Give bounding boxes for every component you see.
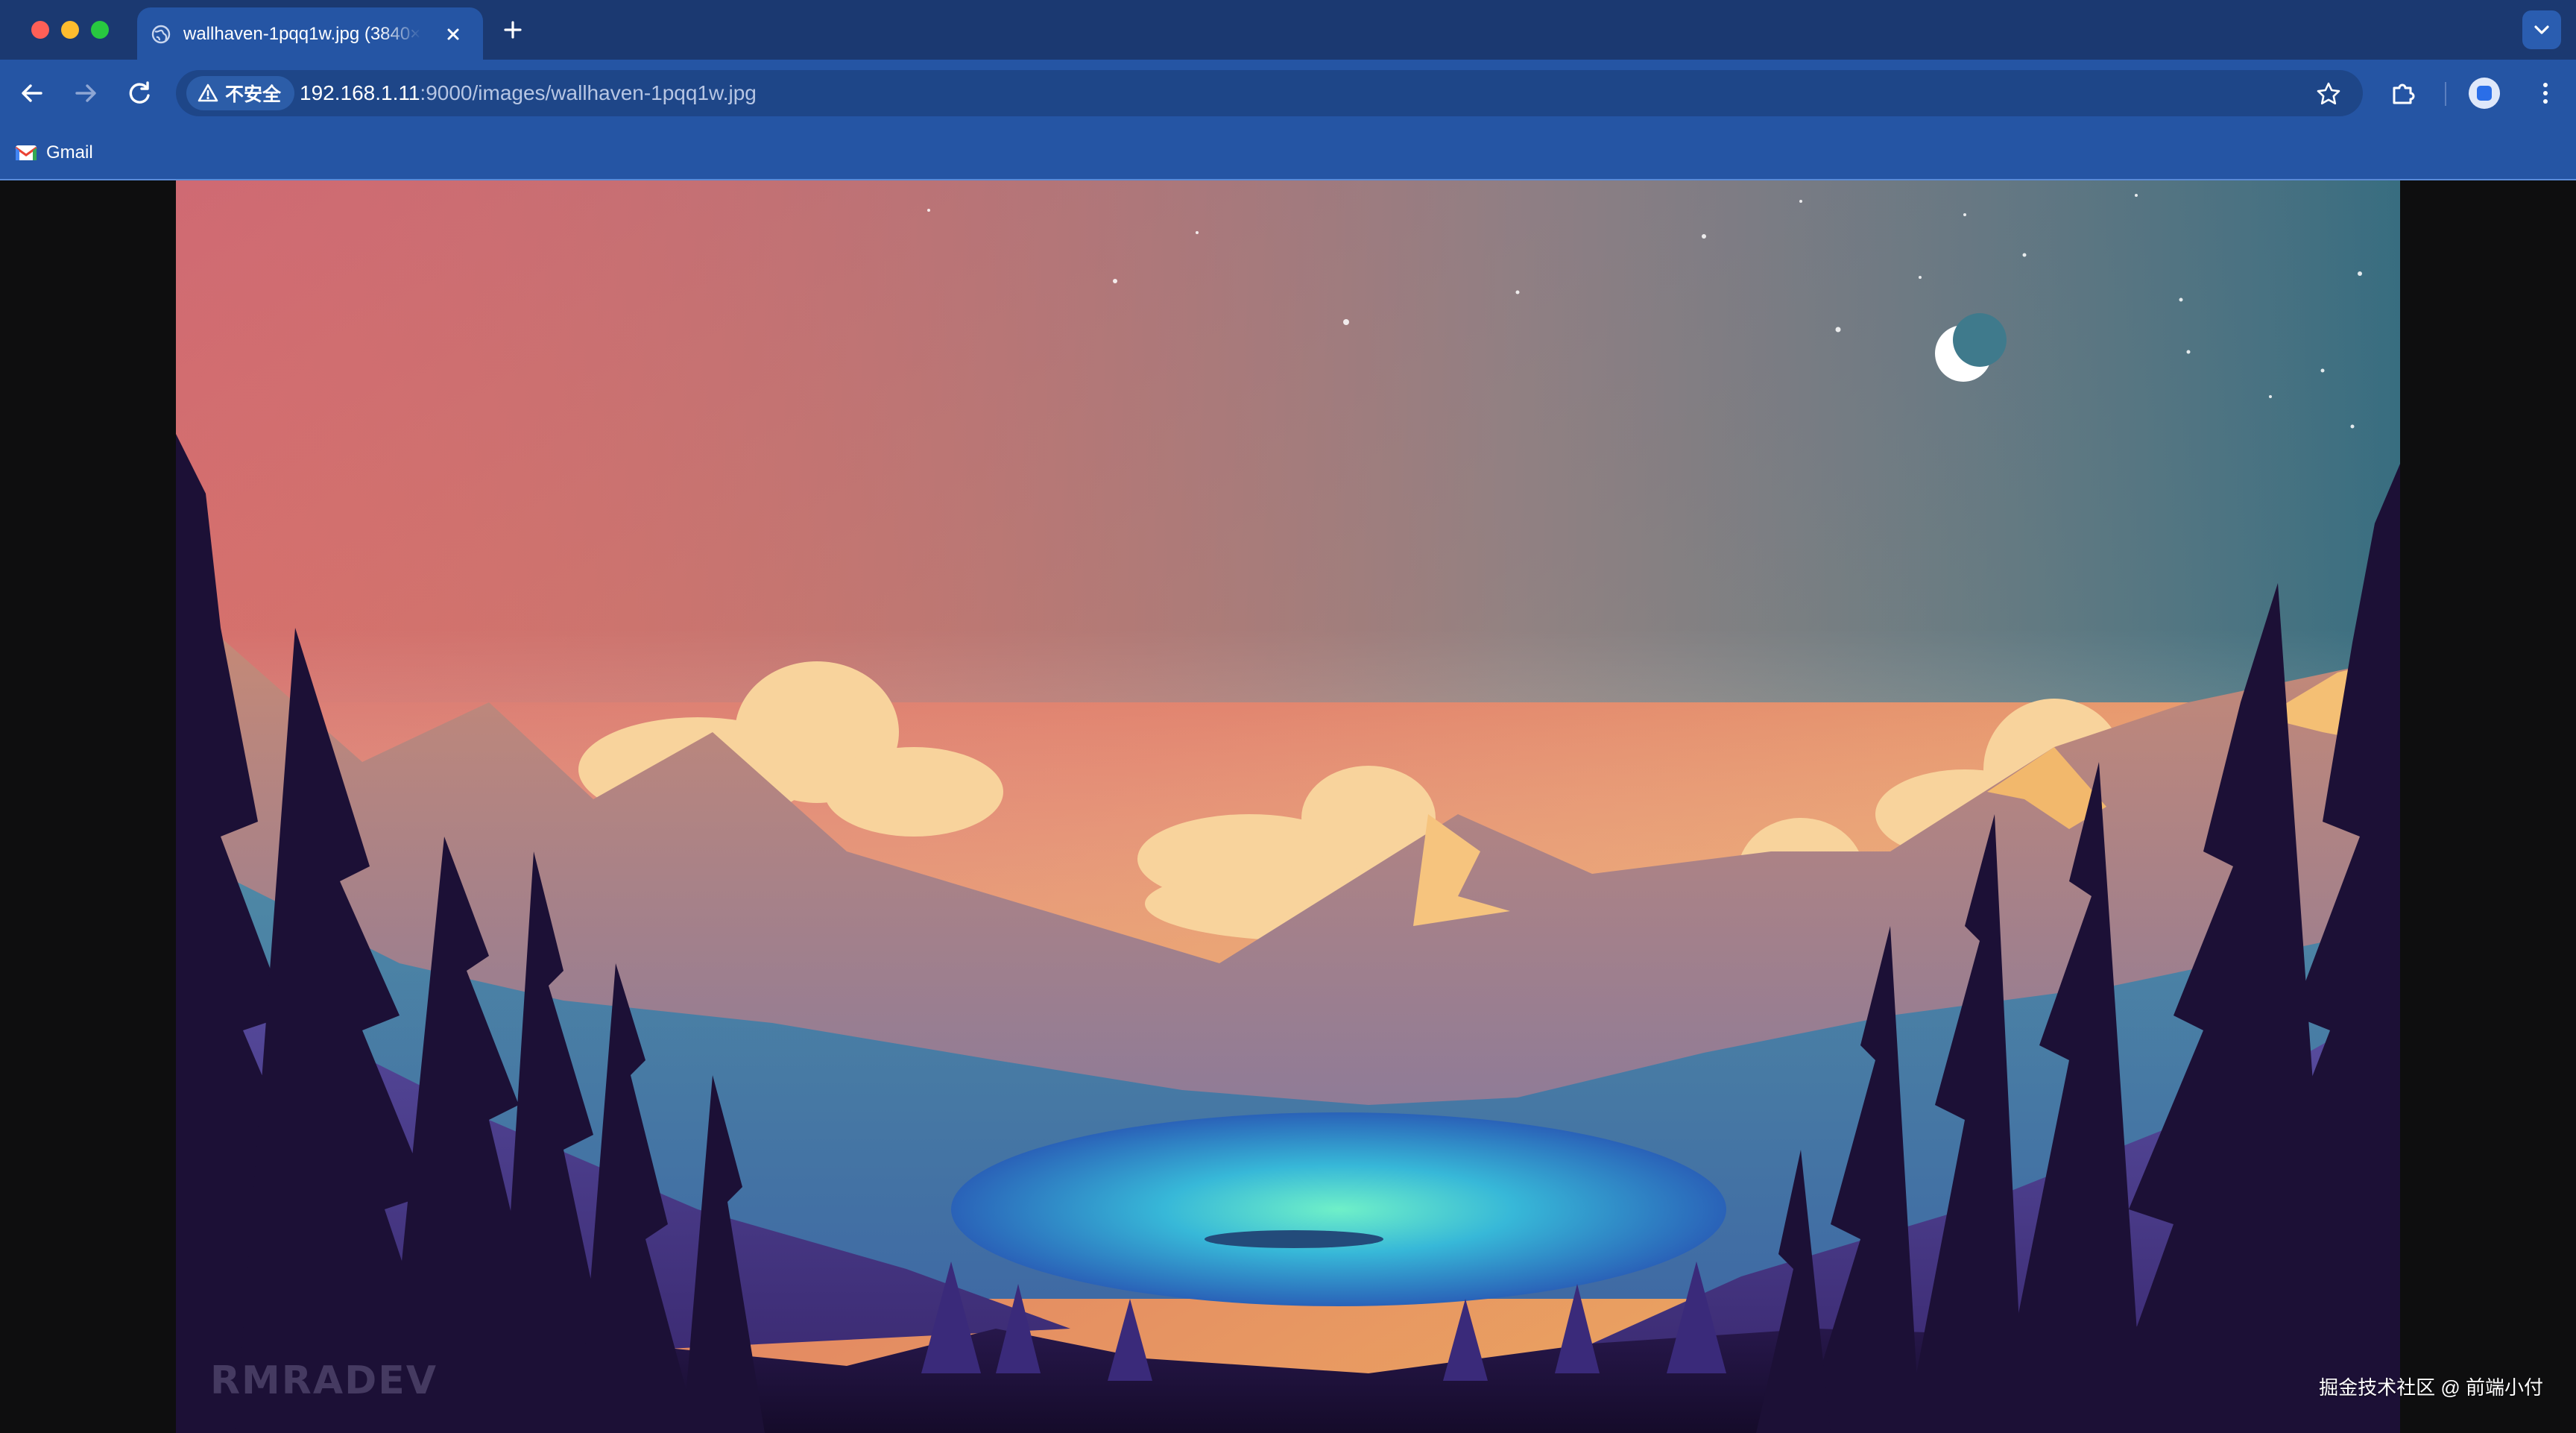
security-label: 不安全 bbox=[225, 84, 282, 105]
arrow-right-icon[interactable] bbox=[69, 76, 103, 110]
toolbar-divider bbox=[2445, 82, 2446, 106]
minimize-window-button[interactable] bbox=[61, 21, 79, 39]
browser-window: wallhaven-1pqq1w.jpg (3840×2160) bbox=[0, 0, 2576, 1433]
zoom-window-button[interactable] bbox=[91, 21, 109, 39]
tab-active[interactable]: wallhaven-1pqq1w.jpg (3840×2160) bbox=[137, 7, 483, 60]
chevron-down-icon bbox=[2534, 25, 2549, 34]
page-viewport: RMRADEV 掘金技术社区 @ 前端小付 bbox=[0, 180, 2576, 1433]
arrow-left-icon[interactable] bbox=[15, 76, 49, 110]
gmail-icon bbox=[15, 145, 37, 160]
avatar[interactable] bbox=[2469, 78, 2500, 109]
url-text[interactable]: 192.168.1.11:9000/images/wallhaven-1pqq1… bbox=[300, 70, 757, 116]
close-window-button[interactable] bbox=[31, 21, 49, 39]
star-icon[interactable] bbox=[2314, 79, 2343, 109]
tab-search-button[interactable] bbox=[2522, 10, 2561, 49]
bookmark-label: Gmail bbox=[46, 142, 93, 163]
globe-icon bbox=[151, 25, 171, 44]
url-host: 192.168.1.11 bbox=[300, 81, 420, 104]
security-chip[interactable]: 不安全 bbox=[186, 76, 295, 110]
bookmarks-bar: Gmail bbox=[0, 127, 2576, 179]
close-icon[interactable] bbox=[440, 21, 467, 48]
address-bar[interactable]: 不安全 192.168.1.11:9000/images/wallhaven-1… bbox=[176, 70, 2363, 116]
plus-icon[interactable] bbox=[498, 15, 528, 45]
url-path: :9000/images/wallhaven-1pqq1w.jpg bbox=[420, 81, 757, 104]
reload-icon[interactable] bbox=[122, 76, 157, 110]
bookmark-gmail[interactable]: Gmail bbox=[15, 137, 93, 169]
artist-signature: RMRADEV bbox=[210, 1358, 438, 1403]
kebab-menu-icon[interactable] bbox=[2528, 76, 2563, 110]
tab-strip: wallhaven-1pqq1w.jpg (3840×2160) bbox=[0, 0, 2576, 60]
wallpaper-image bbox=[176, 180, 2400, 1433]
site-watermark: 掘金技术社区 @ 前端小付 bbox=[2319, 1376, 2543, 1399]
toolbar: 不安全 192.168.1.11:9000/images/wallhaven-1… bbox=[0, 60, 2576, 127]
puzzle-icon[interactable] bbox=[2387, 76, 2421, 110]
tab-title: wallhaven-1pqq1w.jpg (3840×2160) bbox=[183, 24, 422, 44]
warning-icon bbox=[198, 84, 218, 102]
